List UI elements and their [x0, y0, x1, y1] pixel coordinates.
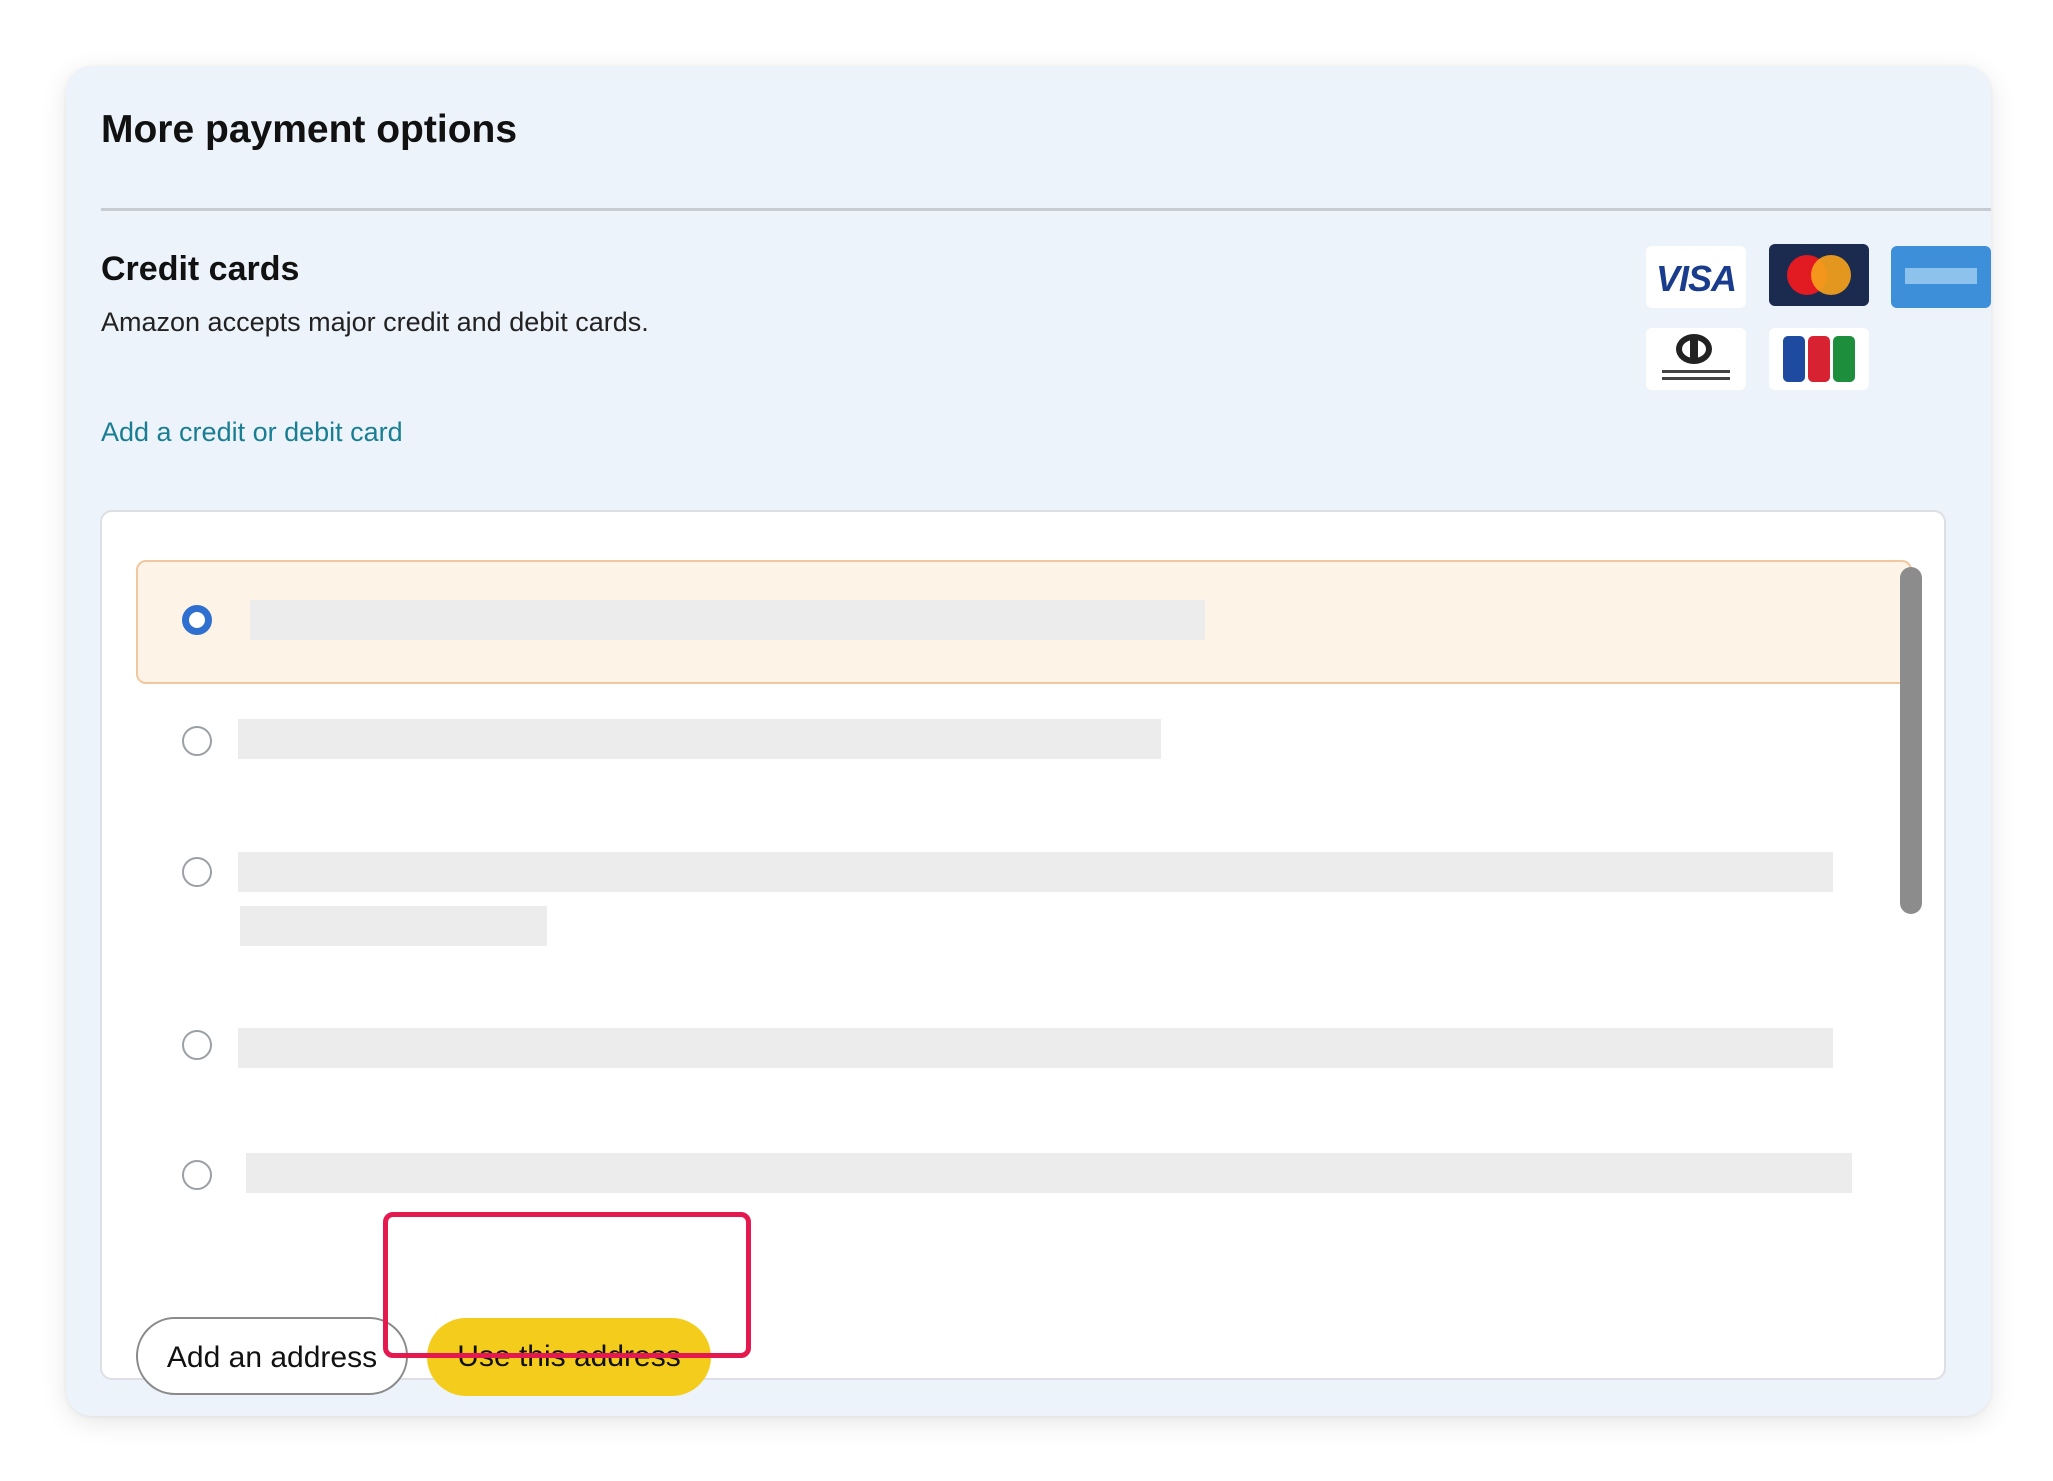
address-option[interactable]: [136, 680, 1908, 800]
use-this-address-button[interactable]: Use this address: [427, 1318, 711, 1396]
credit-cards-heading: Credit cards: [101, 250, 300, 288]
credit-cards-description: Amazon accepts major credit and debit ca…: [101, 307, 649, 337]
visa-logo: VISA: [1646, 246, 1746, 308]
jcb-logo: [1769, 328, 1869, 390]
redacted-text: [238, 1028, 1833, 1068]
radio-selected[interactable]: [182, 605, 212, 635]
page-title: More payment options: [101, 108, 518, 151]
redacted-text: [250, 600, 1205, 640]
radio-unselected[interactable]: [182, 857, 212, 887]
divider: [101, 208, 1991, 211]
redacted-text: [246, 1153, 1852, 1193]
add-address-button[interactable]: Add an address: [136, 1317, 408, 1395]
redacted-text: [240, 906, 547, 946]
amex-logo: [1891, 246, 1991, 308]
radio-unselected[interactable]: [182, 726, 212, 756]
radio-unselected[interactable]: [182, 1160, 212, 1190]
redacted-text: [238, 719, 1161, 759]
radio-unselected[interactable]: [182, 1030, 212, 1060]
address-option[interactable]: [136, 800, 1908, 970]
scrollbar[interactable]: [1900, 567, 1922, 914]
visa-logo-text: VISA: [1655, 258, 1737, 299]
diners-club-logo: [1646, 328, 1746, 390]
add-credit-card-link[interactable]: Add a credit or debit card: [101, 417, 403, 448]
address-list-panel: Add an address Use this address: [100, 510, 1946, 1396]
address-option[interactable]: [136, 1110, 1908, 1210]
redacted-text: [238, 852, 1833, 892]
address-option[interactable]: [136, 560, 1912, 684]
payment-options-card: More payment options Credit cards Amazon…: [66, 66, 1991, 1416]
address-option[interactable]: [136, 970, 1908, 1110]
mastercard-logo: [1769, 244, 1869, 306]
